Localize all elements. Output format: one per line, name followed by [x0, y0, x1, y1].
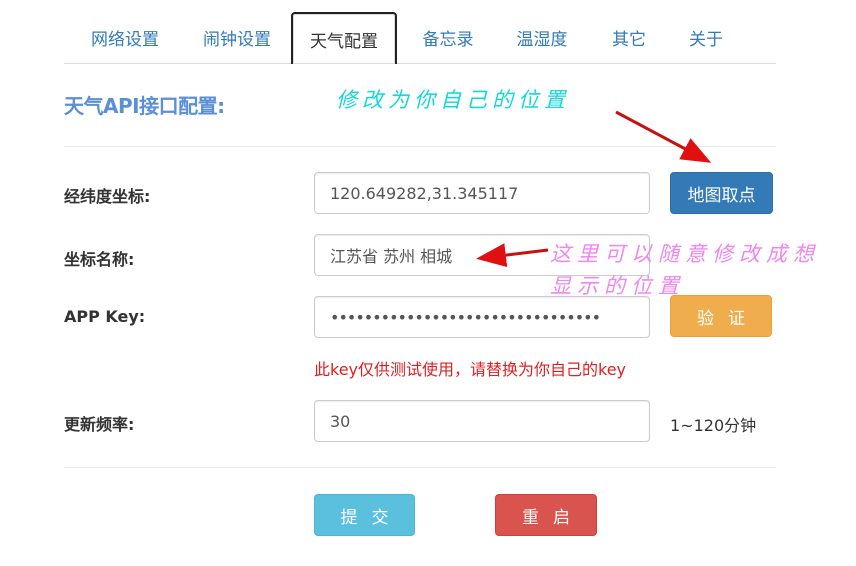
annotation-top-text: 修改为你自己的位置	[336, 88, 570, 112]
tab-memo[interactable]: 备忘录	[407, 12, 489, 62]
map-pick-button[interactable]: 地图取点	[670, 172, 773, 214]
tab-about[interactable]: 关于	[672, 12, 740, 62]
weather-config-page: 网络设置 闹钟设置 天气配置 备忘录 温湿度 其它 关于 天气API接口配置: …	[0, 0, 856, 566]
location-label: 坐标名称:	[64, 250, 135, 269]
section-title: 天气API接口配置:	[64, 94, 225, 118]
restart-button[interactable]: 重启	[495, 494, 597, 536]
tab-alarm[interactable]: 闹钟设置	[186, 12, 288, 62]
annotation-side-text: 这里可以随意修改成想 显示的位置	[550, 238, 820, 302]
tab-weather[interactable]: 天气配置	[291, 12, 397, 64]
arrow-to-map-button	[615, 110, 712, 163]
tab-other[interactable]: 其它	[596, 12, 662, 62]
app-key-input[interactable]	[314, 296, 650, 338]
app-key-label: APP Key:	[64, 307, 146, 326]
divider	[64, 146, 776, 147]
coords-label: 经纬度坐标:	[64, 187, 151, 206]
divider	[64, 467, 776, 468]
refresh-unit: 1~120分钟	[670, 416, 757, 435]
tab-temp-humidity[interactable]: 温湿度	[500, 12, 584, 62]
refresh-label: 更新频率:	[64, 415, 135, 434]
annotation-side-line1: 这里可以随意修改成想	[550, 242, 820, 266]
refresh-input[interactable]	[314, 400, 650, 442]
tab-network[interactable]: 网络设置	[74, 12, 176, 62]
key-warning-text: 此key仅供测试使用，请替换为你自己的key	[314, 360, 627, 379]
annotation-side-line2: 显示的位置	[550, 274, 685, 298]
submit-button[interactable]: 提交	[314, 494, 415, 536]
coords-input[interactable]	[314, 172, 650, 214]
settings-tabs: 网络设置 闹钟设置 天气配置 备忘录 温湿度 其它 关于	[64, 12, 776, 64]
